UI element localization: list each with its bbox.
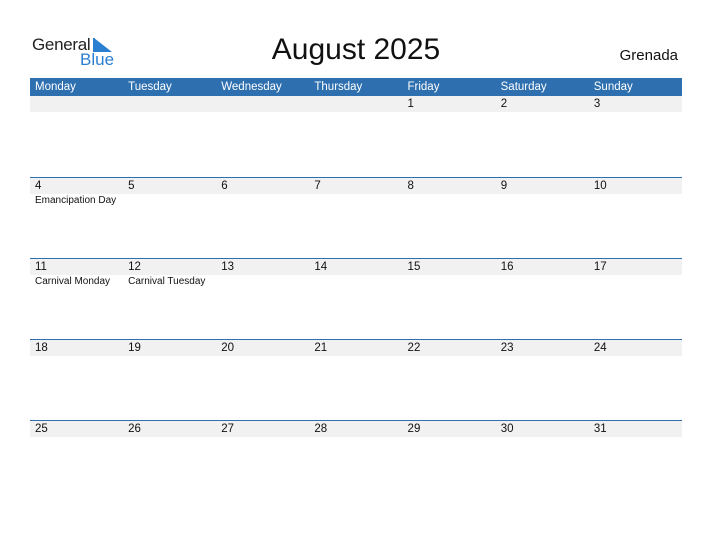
holiday-label: Carnival Monday: [35, 276, 111, 287]
weekday-wednesday: Wednesday: [221, 81, 282, 93]
day-cell: [309, 96, 402, 177]
day-number: 12: [128, 261, 141, 273]
day-number: 27: [221, 423, 235, 435]
weekday-tuesday: Tuesday: [128, 81, 172, 93]
day-number: 31: [593, 423, 607, 435]
day-cell: 28: [309, 421, 402, 502]
day-number: 14: [314, 261, 328, 273]
weekday-monday: Monday: [35, 81, 76, 93]
day-number: 28: [314, 423, 328, 435]
day-cell: 15: [403, 259, 496, 340]
day-number: 23: [500, 342, 514, 354]
day-cell: 16: [496, 259, 589, 340]
day-cell: 11 Carnival Monday: [30, 259, 123, 340]
week-row: 11 Carnival Monday 12 Carnival Tuesday 13 14 1…: [30, 258, 682, 340]
holiday-label: Emancipation Day: [35, 195, 117, 206]
day-number: 6: [221, 180, 228, 192]
day-cell: 24: [589, 340, 682, 421]
day-number: 22: [407, 342, 421, 354]
day-number: 2: [500, 98, 508, 110]
day-cell: 26: [123, 421, 216, 502]
holiday-label: Carnival Tuesday: [128, 276, 206, 287]
day-cell: 2: [496, 96, 589, 177]
day-cell: 1: [403, 96, 496, 177]
day-cell: [216, 96, 309, 177]
day-cell: 14: [309, 259, 402, 340]
day-cell: 12 Carnival Tuesday: [123, 259, 216, 340]
day-cell: 3: [589, 96, 682, 177]
day-cell: 8: [403, 178, 496, 259]
day-cell: 6: [216, 178, 309, 259]
day-number: 16: [500, 261, 514, 273]
week-row: 18 19 20 21 22 23 24: [30, 339, 682, 421]
day-number: 25: [35, 423, 48, 435]
day-cell: [30, 96, 123, 177]
day-number: 29: [407, 423, 421, 435]
day-number: 1: [407, 98, 414, 110]
weekday-sunday: Sunday: [593, 81, 633, 93]
calendar-title: August 2025: [271, 33, 441, 66]
day-cell: 4 Emancipation Day: [30, 178, 123, 259]
weekday-saturday: Saturday: [500, 81, 547, 93]
day-cell: 23: [496, 340, 589, 421]
day-cell: 13: [216, 259, 309, 340]
day-number: 18: [35, 342, 48, 354]
day-cell: 31: [589, 421, 682, 502]
day-cell: [123, 96, 216, 177]
country-label: Grenada: [619, 47, 678, 64]
weekday-header: Monday Tuesday Wednesday Thursday Friday…: [30, 78, 682, 96]
day-cell: 18: [30, 340, 123, 421]
day-cell: 5: [123, 178, 216, 259]
weekday-thursday: Thursday: [314, 81, 363, 93]
day-number: 30: [500, 423, 514, 435]
day-number: 21: [314, 342, 328, 354]
day-number: 24: [593, 342, 607, 354]
weekday-friday: Friday: [407, 81, 440, 93]
week-row: 1 2 3: [30, 96, 682, 177]
day-cell: 20: [216, 340, 309, 421]
day-number: 11: [35, 261, 47, 273]
day-number: 17: [593, 261, 607, 273]
day-number: 4: [35, 180, 42, 192]
week-row: 4 Emancipation Day 5 6 7 8 9 10: [30, 177, 682, 259]
day-cell: 9: [496, 178, 589, 259]
day-number: 3: [593, 98, 601, 110]
day-cell: 10: [589, 178, 682, 259]
day-number: 5: [128, 180, 135, 192]
day-cell: 25: [30, 421, 123, 502]
day-number: 15: [407, 261, 421, 273]
week-row: 25 26 27 28 29 30 31: [30, 420, 682, 502]
day-cell: 7: [309, 178, 402, 259]
day-cell: 19: [123, 340, 216, 421]
day-cell: 29: [403, 421, 496, 502]
day-number: 10: [593, 180, 607, 192]
day-number: 20: [221, 342, 235, 354]
day-cell: 17: [589, 259, 682, 340]
day-number: 7: [314, 180, 321, 192]
day-cell: 22: [403, 340, 496, 421]
day-cell: 21: [309, 340, 402, 421]
day-cell: 27: [216, 421, 309, 502]
day-number: 9: [500, 180, 508, 192]
day-cell: 30: [496, 421, 589, 502]
day-number: 19: [128, 342, 141, 354]
day-number: 8: [407, 180, 414, 192]
day-number: 26: [128, 423, 141, 435]
day-number: 13: [221, 261, 235, 273]
